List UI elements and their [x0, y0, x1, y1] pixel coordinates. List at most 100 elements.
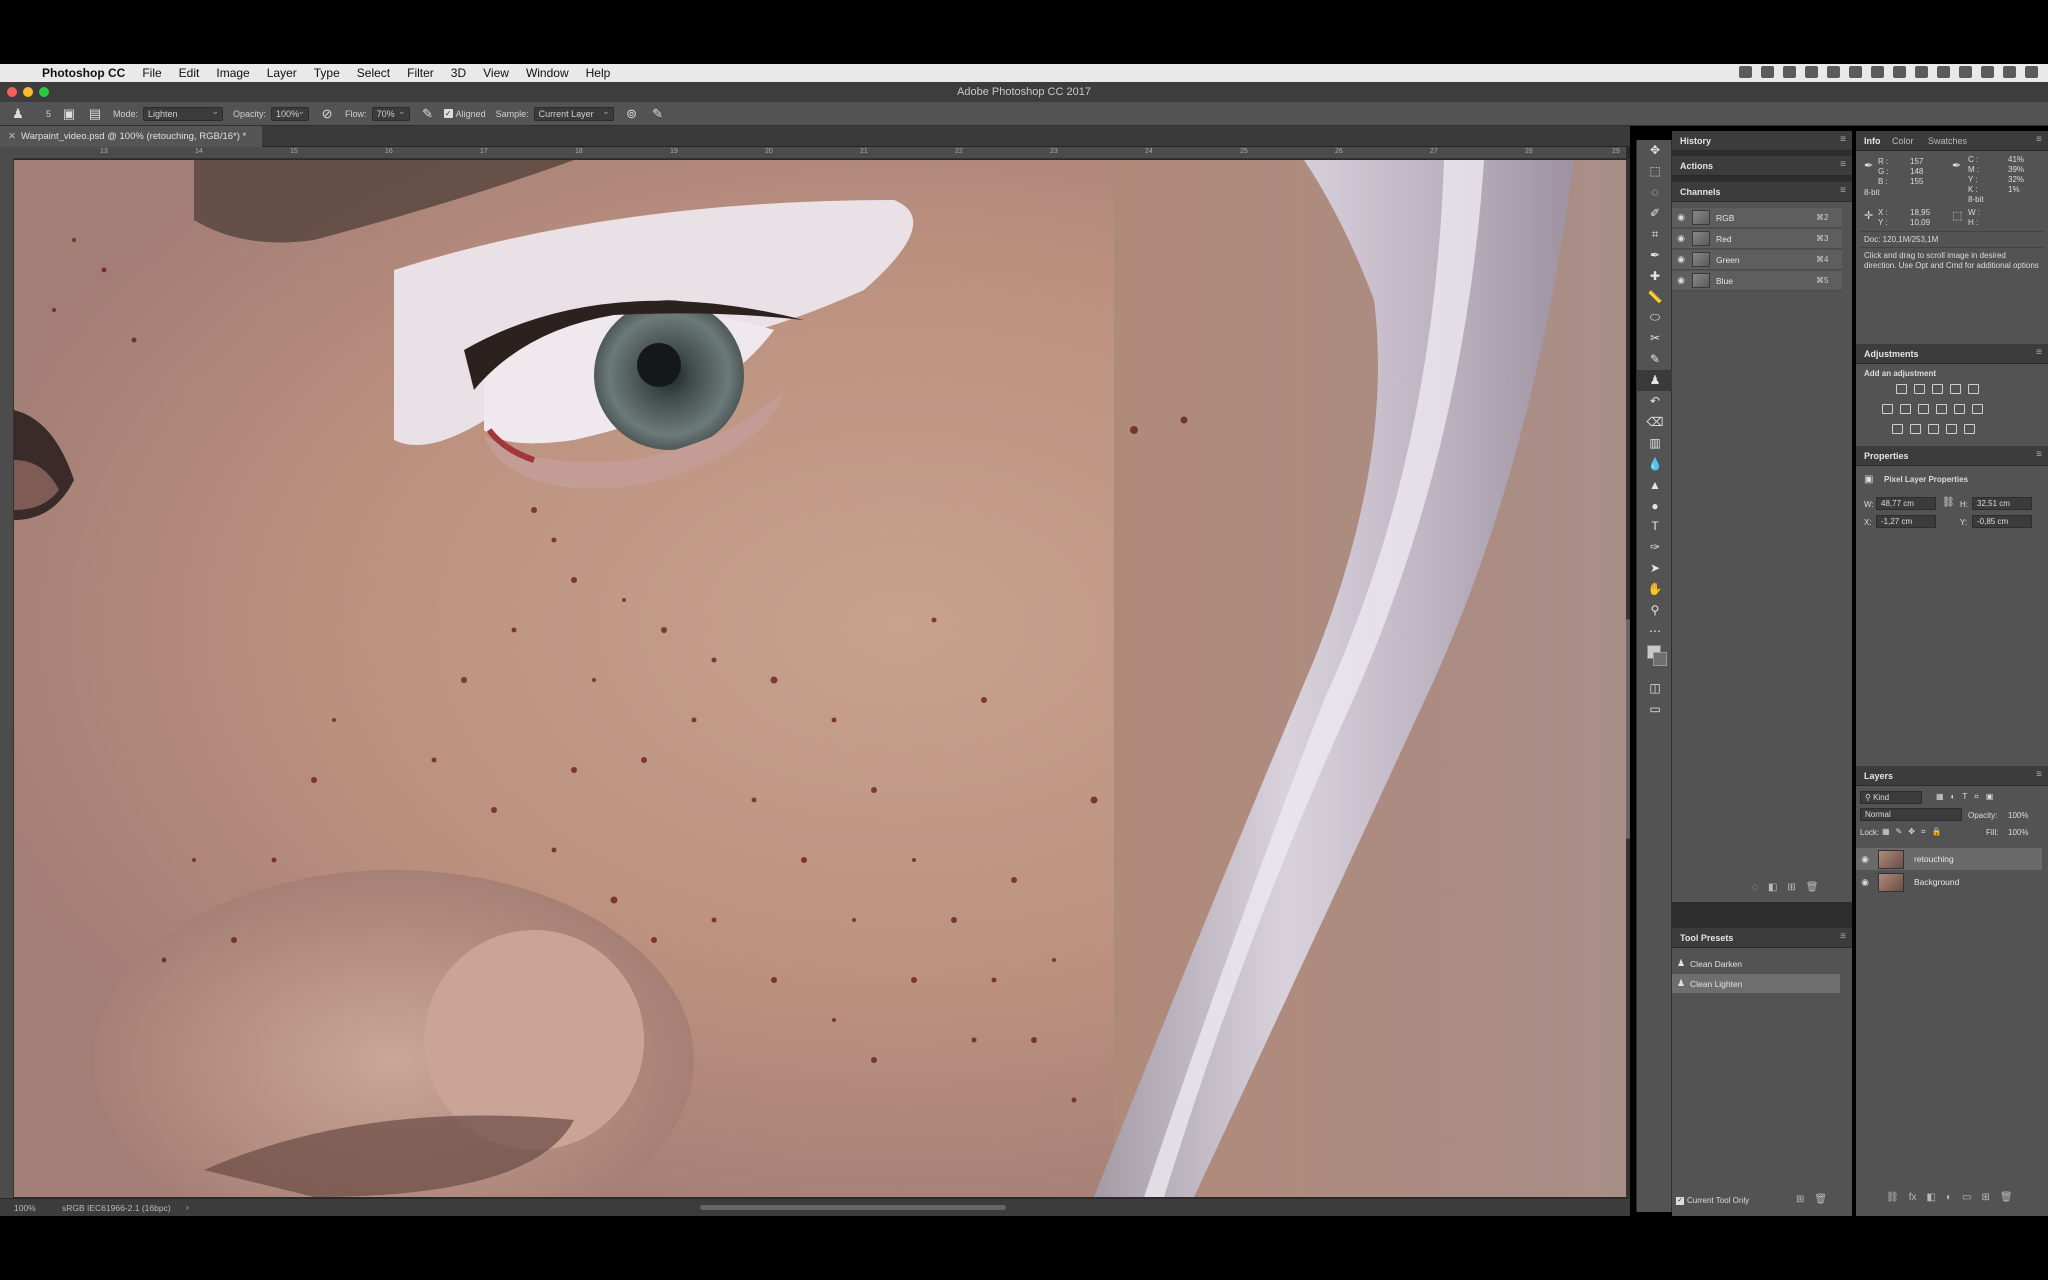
tray-icon[interactable] — [1761, 66, 1774, 78]
pressure-size-icon[interactable]: ✎ — [650, 106, 666, 122]
zoom-level[interactable]: 100% — [14, 1203, 36, 1213]
menu-window[interactable]: Window — [526, 66, 569, 80]
scroll-thumb[interactable] — [1626, 619, 1630, 839]
actions-panel-header[interactable]: Actions ≡ — [1672, 156, 1852, 176]
scissors-icon[interactable]: ✂ — [1637, 328, 1673, 349]
ruler-origin[interactable] — [0, 147, 14, 159]
vertical-ruler[interactable] — [0, 159, 14, 1199]
eraser-tool-icon[interactable]: ⌫ — [1637, 412, 1673, 433]
visibility-eye-icon[interactable]: ◉ — [1672, 233, 1690, 244]
vibrance-icon[interactable] — [1968, 384, 1979, 394]
quick-mask-icon[interactable]: ◫ — [1637, 677, 1673, 698]
layers-panel-header[interactable]: Layers ≡ — [1856, 766, 2048, 786]
channel-row-rgb[interactable]: ◉ RGB ⌘2 — [1672, 208, 1842, 228]
brush-settings-icon[interactable]: ▤ — [87, 106, 103, 122]
curves-icon[interactable] — [1932, 384, 1943, 394]
layer-filter-icons[interactable]: ▦◐T⌗▣ — [1936, 792, 2000, 802]
history-panel-header[interactable]: History ≡ — [1672, 131, 1852, 151]
brightness-contrast-icon[interactable] — [1896, 384, 1907, 394]
panel-menu-icon[interactable]: ≡ — [1840, 159, 1846, 170]
menu-image[interactable]: Image — [216, 66, 249, 80]
horizontal-ruler[interactable]: 13 14 15 16 17 18 19 20 21 22 23 24 25 2… — [14, 147, 1626, 159]
history-brush-tool-icon[interactable]: ↶ — [1637, 391, 1673, 412]
new-group-icon[interactable]: ▭ — [1962, 1192, 1971, 1203]
background-color-swatch[interactable] — [1653, 652, 1667, 667]
crop-tool-icon[interactable]: ⌗ — [1637, 224, 1673, 245]
pressure-opacity-icon[interactable]: ⊘ — [319, 106, 335, 122]
menu-3d[interactable]: 3D — [451, 66, 466, 80]
adjustments-panel-header[interactable]: Adjustments ≡ — [1856, 344, 2048, 364]
tray-icon[interactable] — [1783, 66, 1796, 78]
brush-tool-icon[interactable]: ✎ — [1637, 349, 1673, 370]
visibility-eye-icon[interactable]: ◉ — [1856, 877, 1874, 888]
link-icon[interactable]: ⛓ — [1942, 497, 1955, 508]
levels-icon[interactable] — [1914, 384, 1925, 394]
color-balance-icon[interactable] — [1900, 404, 1911, 414]
preset-row[interactable]: ♟ Clean Darken — [1672, 954, 1840, 973]
eyedropper-tool-icon[interactable]: ✒ — [1637, 244, 1673, 265]
hue-saturation-icon[interactable] — [1882, 404, 1893, 414]
volume-icon[interactable] — [1959, 66, 1972, 78]
channels-panel-header[interactable]: Channels ≡ — [1672, 182, 1852, 202]
layer-row-background[interactable]: ◉ Background — [1856, 871, 2042, 893]
lasso-tool-icon[interactable]: ◌ — [1637, 182, 1673, 203]
menu-layer[interactable]: Layer — [267, 66, 297, 80]
type-tool-icon[interactable]: T — [1637, 516, 1673, 537]
horizontal-scroll-thumb[interactable] — [700, 1205, 1006, 1210]
channel-row-green[interactable]: ◉ Green ⌘4 — [1672, 250, 1842, 270]
menu-file[interactable]: File — [142, 66, 161, 80]
panel-menu-icon[interactable]: ≡ — [2036, 347, 2042, 358]
opacity-field[interactable]: 100% — [271, 105, 310, 121]
panel-menu-icon[interactable]: ≡ — [1840, 134, 1846, 145]
load-selection-icon[interactable]: ◌ — [1752, 882, 1758, 893]
menu-edit[interactable]: Edit — [179, 66, 200, 80]
close-tab-icon[interactable]: ✕ — [8, 131, 16, 142]
color-swatches[interactable] — [1637, 641, 1671, 677]
photo-filter-icon[interactable] — [1936, 404, 1947, 414]
channel-row-red[interactable]: ◉ Red ⌘3 — [1672, 229, 1842, 249]
tray-icon[interactable] — [1893, 66, 1906, 78]
menu-view[interactable]: View — [483, 66, 509, 80]
preset-row[interactable]: ♟ Clean Lighten — [1672, 974, 1840, 993]
move-tool-icon[interactable]: ✥ — [1637, 140, 1673, 161]
marquee-tool-icon[interactable]: ⬚ — [1637, 161, 1673, 182]
path-selection-tool-icon[interactable]: ➤ — [1637, 558, 1673, 579]
pen-tool-icon[interactable]: ✑ — [1637, 537, 1673, 558]
tray-icon[interactable] — [1805, 66, 1818, 78]
sample-dropdown[interactable]: Current Layer — [533, 105, 614, 121]
mode-dropdown[interactable]: Lighten — [143, 105, 224, 121]
delete-layer-icon[interactable]: 🗑 — [2000, 1192, 2013, 1203]
height-field[interactable]: 32,51 cm — [1972, 497, 2032, 510]
properties-panel-header[interactable]: Properties ≡ — [1856, 446, 2048, 466]
document-tab[interactable]: ✕ Warpaint_video.psd @ 100% (retouching, … — [0, 126, 262, 147]
search-icon[interactable] — [2003, 66, 2016, 78]
menu-list-icon[interactable] — [2025, 66, 2038, 78]
new-layer-icon[interactable]: ⊞ — [1981, 1192, 1989, 1203]
panel-menu-icon[interactable]: ≡ — [2036, 449, 2042, 460]
lock-icons[interactable]: ▦✎✥⌗🔒 — [1882, 827, 1947, 837]
current-tool-only-checkbox[interactable]: ✓ Current Tool Only — [1676, 1196, 1749, 1205]
tray-icon[interactable] — [1739, 66, 1752, 78]
layer-opacity-value[interactable]: 100% — [2008, 811, 2028, 820]
flow-field[interactable]: 70% — [371, 105, 410, 121]
delete-channel-icon[interactable]: 🗑 — [1806, 882, 1819, 893]
note-tool-icon[interactable]: ⬭ — [1637, 307, 1673, 328]
layer-row-retouching[interactable]: ◉ retouching — [1856, 848, 2042, 870]
delete-preset-icon[interactable]: 🗑 — [1814, 1194, 1827, 1205]
menu-help[interactable]: Help — [586, 66, 611, 80]
black-white-icon[interactable] — [1918, 404, 1929, 414]
aligned-checkbox[interactable]: ✓ Aligned — [443, 109, 486, 119]
panel-menu-icon[interactable]: ≡ — [2036, 769, 2042, 780]
battery-icon[interactable] — [1981, 66, 1994, 78]
zoom-tool-icon[interactable]: ⚲ — [1637, 600, 1673, 621]
status-menu-arrow[interactable]: › — [186, 1202, 189, 1212]
x-field[interactable]: -1,27 cm — [1876, 515, 1936, 528]
menu-filter[interactable]: Filter — [407, 66, 434, 80]
posterize-icon[interactable] — [1910, 424, 1921, 434]
threshold-icon[interactable] — [1928, 424, 1939, 434]
fill-value[interactable]: 100% — [2008, 828, 2028, 837]
adjustment-layer-icon[interactable]: ◐ — [1946, 1192, 1952, 1203]
visibility-eye-icon[interactable]: ◉ — [1856, 854, 1874, 865]
new-channel-icon[interactable]: ⊞ — [1787, 882, 1795, 893]
visibility-eye-icon[interactable]: ◉ — [1672, 212, 1690, 223]
